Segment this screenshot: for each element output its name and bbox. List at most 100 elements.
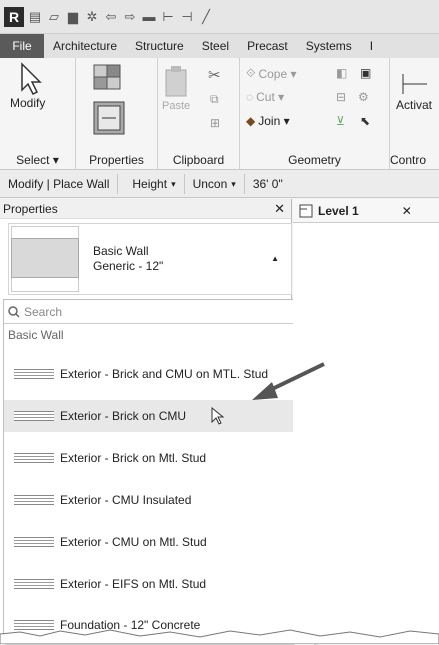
wall-type-icon — [14, 579, 54, 589]
wall-type-icon — [14, 537, 54, 547]
floor-plan-icon — [299, 204, 313, 217]
geometry-panel-label: Geometry — [288, 153, 341, 167]
tab-structure[interactable]: Structure — [126, 34, 193, 58]
wall-type-icon — [14, 411, 54, 421]
close-icon[interactable]: ✕ — [274, 201, 285, 217]
ribbon-tabs: File Architecture Structure Steel Precas… — [0, 34, 439, 58]
cope-label: Cope ▾ — [258, 66, 297, 81]
quick-access-toolbar: R ▤ ▱ ▆ ✲ ⇦ ⇨ ▬ ⊢ ⊣ ╱ — [0, 0, 439, 34]
dimension-icon[interactable]: ⊣ — [179, 9, 195, 25]
wall-opening-icon[interactable]: ⊻ — [336, 114, 345, 128]
properties-header: Properties ✕ — [0, 199, 291, 219]
clipboard-panel: Paste ✂ ⧉ ⊞ Clipboard — [158, 58, 240, 170]
properties-button[interactable] — [92, 100, 126, 136]
list-item-label: Exterior - Brick and CMU on MTL. Stud — [60, 367, 269, 381]
tab-steel[interactable]: Steel — [193, 34, 238, 58]
properties-title: Properties — [3, 201, 58, 216]
select-dropdown[interactable]: Select ▾ — [0, 153, 75, 167]
view-area: Level 1 ✕ — [293, 199, 439, 644]
app-logo[interactable]: R — [4, 6, 24, 27]
tab-systems[interactable]: Systems — [297, 34, 361, 58]
unconnected-label: Uncon — [192, 176, 228, 191]
list-item[interactable]: Exterior - EIFS on Mtl. Stud — [4, 568, 294, 600]
list-item[interactable]: Exterior - CMU Insulated — [4, 484, 294, 516]
demolish-icon[interactable]: ⚙ — [358, 90, 369, 104]
list-item-label: Exterior - CMU Insulated — [60, 493, 192, 507]
controls-panel: Activat Contro — [390, 58, 439, 170]
sync-icon[interactable]: ✲ — [84, 9, 100, 25]
clipboard-panel-label: Clipboard — [172, 153, 225, 167]
height-label: Height — [132, 176, 168, 191]
list-item-label: Exterior - EIFS on Mtl. Stud — [60, 577, 207, 591]
wall-joins-icon[interactable]: ▣ — [360, 66, 371, 80]
activate-icon — [402, 74, 427, 94]
type-properties-button[interactable] — [91, 62, 127, 94]
geometry-panel: ⟐ Cope ▾ ◌ Cut ▾ ◆ Join ▾ ◧ ▣ ⊟ ⚙ ⊻ ⬉ Geome… — [240, 58, 390, 170]
cope-icon: ⟐ — [246, 66, 256, 80]
pick-icon[interactable]: ⬉ — [360, 114, 370, 128]
paste-button[interactable]: Paste — [162, 64, 190, 112]
torn-edge — [0, 629, 439, 644]
tab-architecture[interactable]: Architecture — [44, 34, 126, 58]
select-panel: Modify Select ▾ — [0, 58, 76, 170]
type-name: Generic - 12" — [93, 259, 164, 273]
cope-button[interactable]: ⟐ Cope ▾ — [246, 66, 297, 81]
clipboard-icon — [165, 66, 187, 97]
tab-level-1[interactable]: Level 1 ✕ — [293, 199, 439, 223]
join-button[interactable]: ◆ Join ▾ — [246, 114, 290, 128]
save-icon[interactable]: ▆ — [65, 9, 81, 25]
callout-arrow — [252, 362, 325, 400]
join-label: Join ▾ — [258, 114, 290, 128]
list-item[interactable]: Exterior - CMU on Mtl. Stud — [4, 526, 294, 558]
properties-panel-label: Properties — [89, 153, 144, 167]
open-icon[interactable]: ▱ — [46, 9, 62, 25]
tab-precast[interactable]: Precast — [238, 34, 297, 58]
type-selector[interactable]: Basic Wall Generic - 12" ▲ — [8, 223, 292, 295]
tab-insert[interactable]: I — [361, 34, 382, 58]
activate-label: Activat — [396, 98, 433, 112]
family-name: Basic Wall — [93, 244, 149, 258]
list-item-label: Exterior - CMU on Mtl. Stud — [60, 535, 207, 549]
ribbon: Modify Select ▾ Properties Paste ✂ ⧉ ⊞ C… — [0, 58, 439, 170]
split-icon[interactable]: ◧ — [336, 66, 347, 80]
tab-file[interactable]: File — [0, 34, 44, 58]
height-value-input[interactable]: 36' 0" — [245, 174, 291, 194]
print-icon[interactable]: ▬ — [141, 9, 157, 25]
home-icon[interactable]: ▤ — [27, 9, 43, 25]
modify-label: Modify — [10, 96, 46, 110]
cut-geometry-button[interactable]: ◌ Cut ▾ — [246, 90, 284, 104]
cut-geometry-icon: ◌ — [246, 90, 254, 104]
redo-icon[interactable]: ⇨ — [122, 9, 138, 25]
close-icon[interactable]: ✕ — [402, 204, 412, 218]
context-label: Modify | Place Wall — [0, 173, 119, 194]
copy-icon[interactable]: ⧉ — [210, 92, 219, 107]
options-bar: Modify | Place Wall Height ▾ Uncon ▾ 36' 0… — [0, 170, 439, 198]
properties-icon — [93, 101, 125, 135]
height-dropdown[interactable]: Height ▾ — [124, 173, 185, 194]
chevron-down-icon: ▾ — [171, 178, 176, 189]
line-icon[interactable]: ╱ — [198, 9, 214, 25]
properties-palette: Properties ✕ Basic Wall Generic - 12" ▲ … — [0, 199, 315, 645]
chevron-up-icon[interactable]: ▲ — [271, 254, 279, 263]
chevron-down-icon: ▾ — [231, 178, 236, 189]
match-properties-icon[interactable]: ⊞ — [210, 116, 220, 130]
controls-panel-label: Contro — [390, 153, 427, 167]
wall-preview-top — [11, 226, 79, 238]
wall-type-icon — [14, 495, 54, 505]
activate-button[interactable]: Activat — [396, 68, 432, 112]
unconnected-dropdown[interactable]: Uncon ▾ — [185, 173, 245, 194]
type-dropdown-list: Search Basic Wall Exterior - Brick and C… — [3, 299, 315, 645]
search-input[interactable]: Search — [4, 300, 314, 324]
paint-icon[interactable]: ⊟ — [336, 90, 346, 104]
list-item[interactable]: Exterior - Brick on Mtl. Stud — [4, 442, 294, 474]
wall-type-icon — [14, 369, 54, 379]
paste-label: Paste — [162, 100, 191, 112]
measure-icon[interactable]: ⊢ — [160, 9, 176, 25]
properties-panel: Properties — [76, 58, 158, 170]
undo-icon[interactable]: ⇦ — [103, 9, 119, 25]
search-placeholder: Search — [24, 304, 63, 319]
cut-icon[interactable]: ✂ — [208, 66, 221, 84]
cursor-icon — [211, 407, 225, 425]
cut-geometry-label: Cut ▾ — [256, 90, 285, 104]
modify-button[interactable]: Modify — [10, 62, 45, 110]
